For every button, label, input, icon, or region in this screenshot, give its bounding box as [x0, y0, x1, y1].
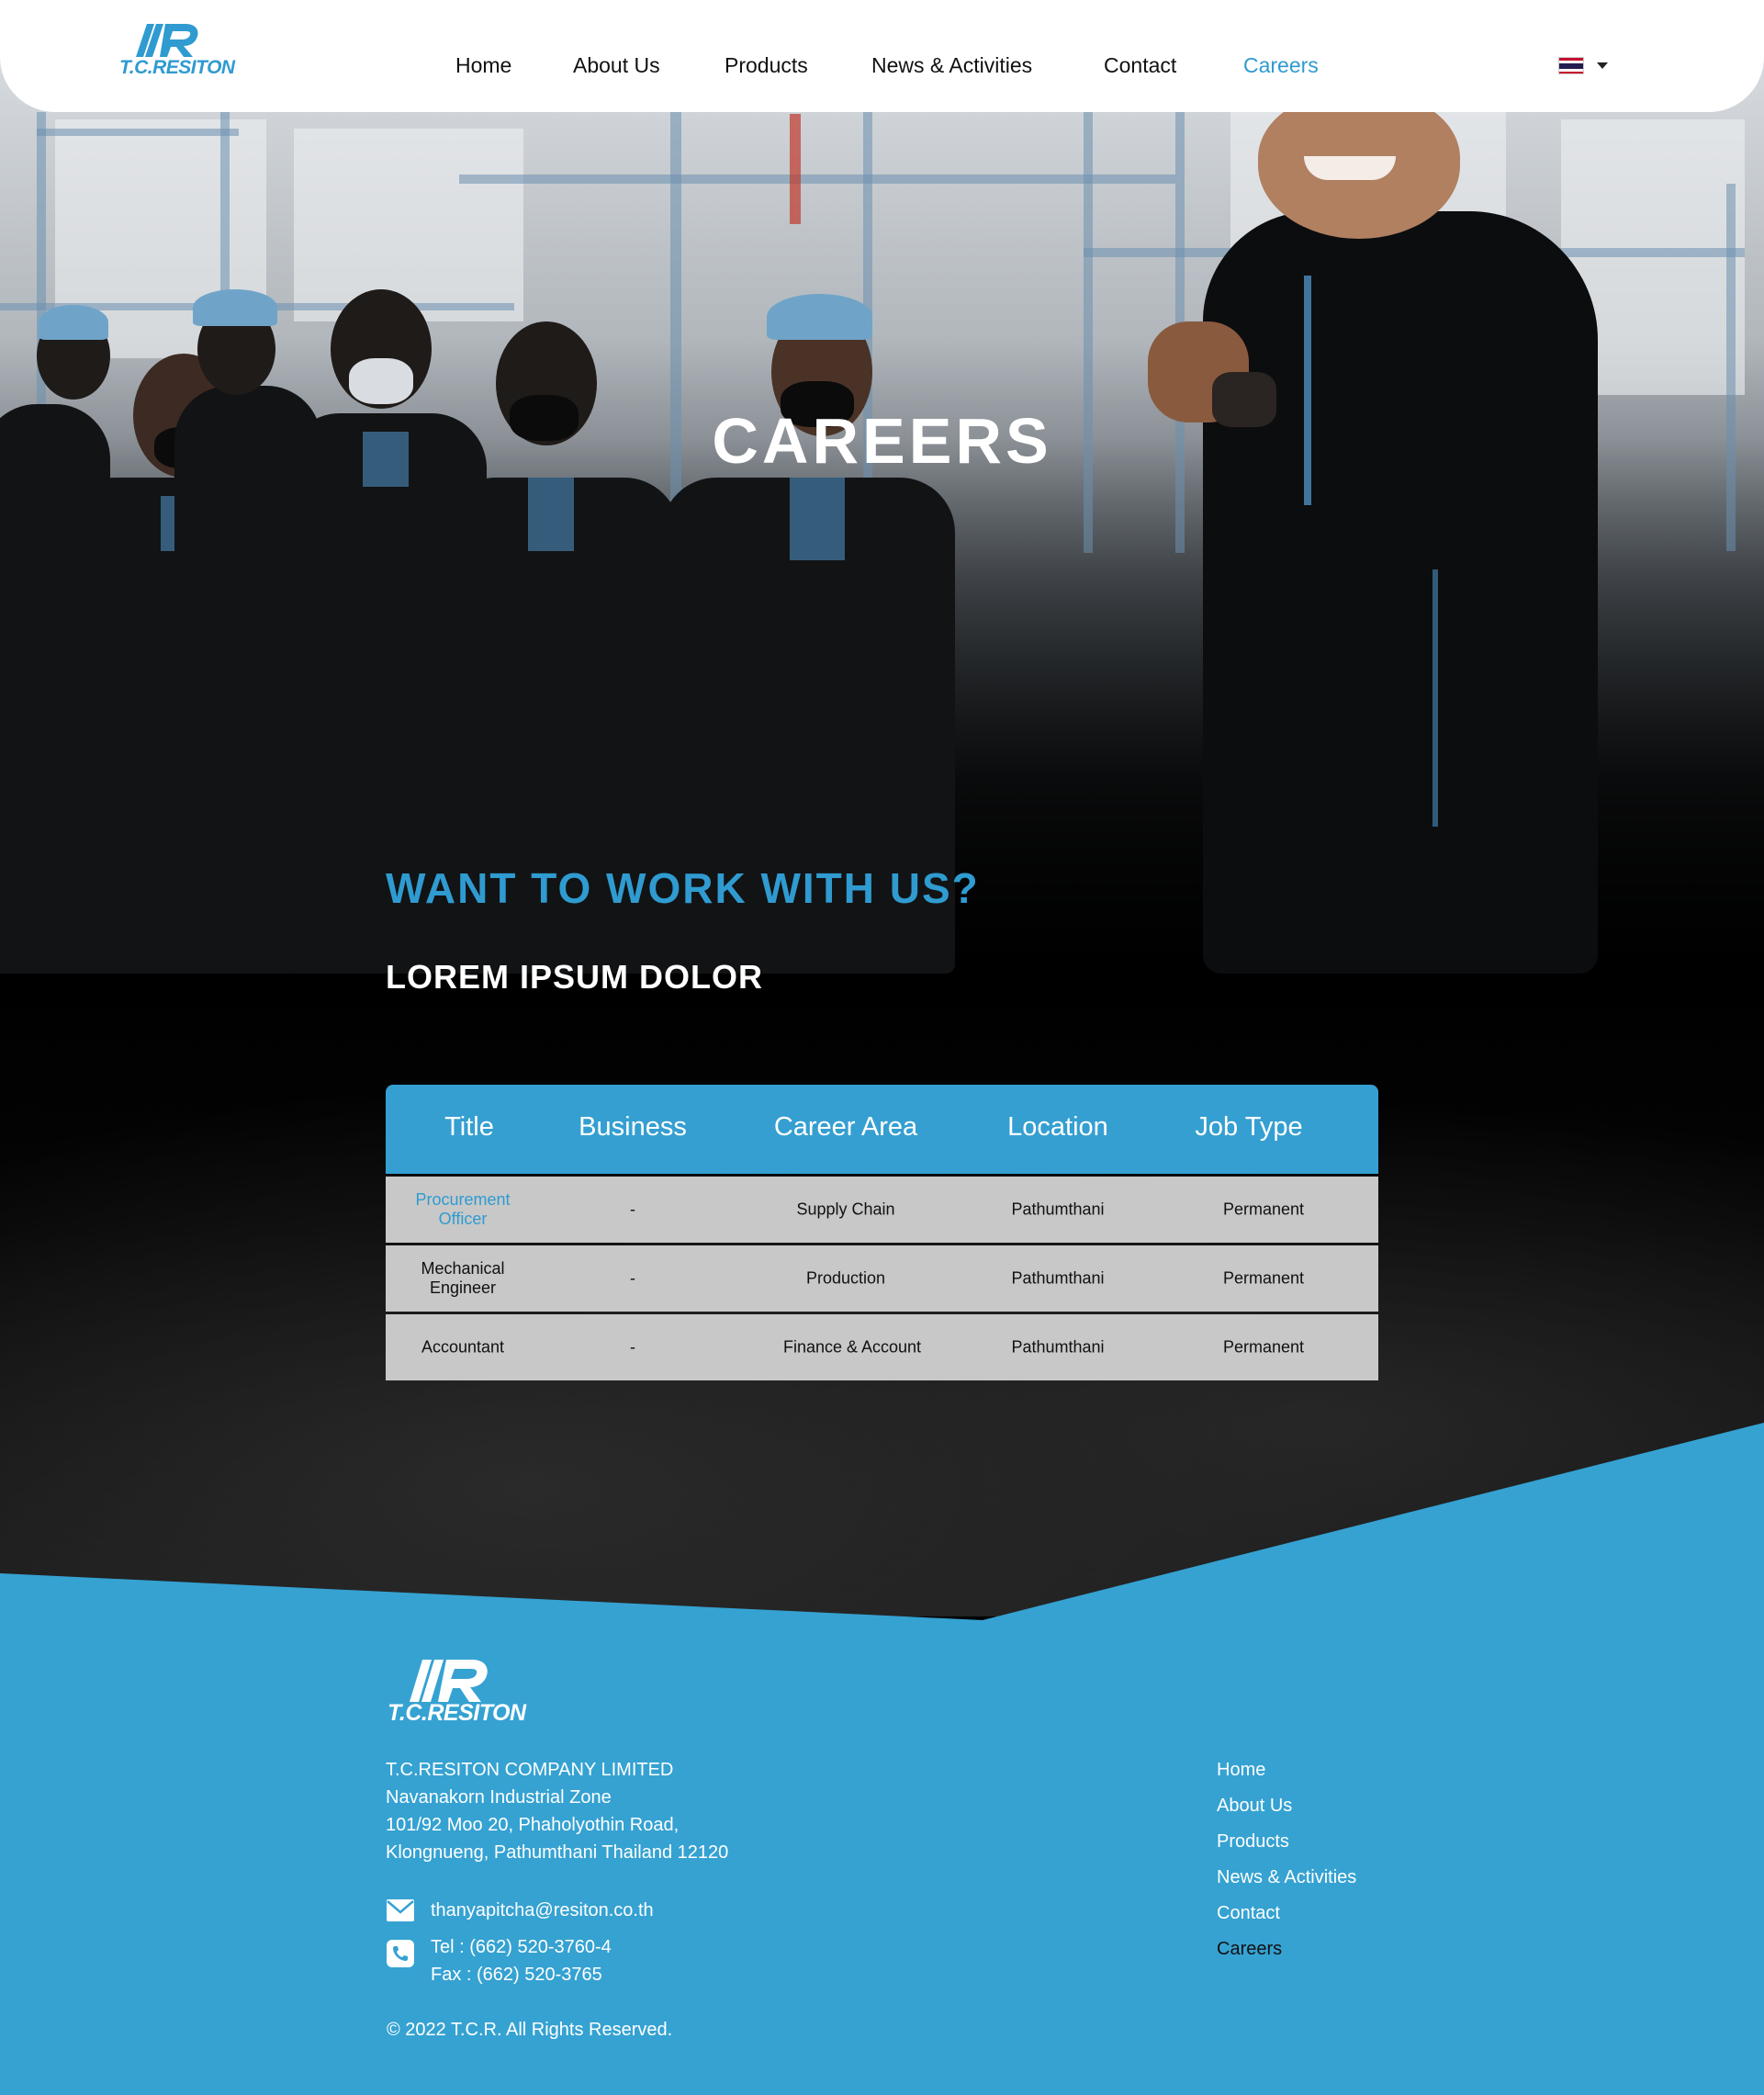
column-header-title: Title	[444, 1112, 494, 1142]
header-logo-text: T.C.RESITON	[119, 57, 235, 78]
jobs-table: Title Business Career Area Location Job …	[386, 1085, 1378, 1380]
footer-link-about-us[interactable]: About Us	[1217, 1792, 1292, 1819]
phone-icon	[387, 1940, 414, 1967]
nav-news-activities[interactable]: News & Activities	[871, 53, 1032, 78]
footer-logo-text: T.C.RESITON	[388, 1700, 526, 1726]
copyright: © 2022 T.C.R. All Rights Reserved.	[387, 2020, 673, 2040]
header-logo[interactable]: T.C.RESITON	[119, 20, 235, 79]
column-header-business: Business	[579, 1112, 687, 1142]
job-location: Pathumthani	[1011, 1337, 1105, 1357]
chevron-down-icon	[1597, 62, 1608, 69]
footer-link-news-activities[interactable]: News & Activities	[1217, 1864, 1356, 1891]
table-row[interactable]: Accountant - Finance & Account Pathumtha…	[386, 1314, 1378, 1380]
table-row[interactable]: Mechanical Engineer - Production Pathumt…	[386, 1245, 1378, 1312]
company-name: T.C.RESITON COMPANY LIMITED	[386, 1760, 674, 1780]
section-subheading: LOREM IPSUM DOLOR	[386, 958, 763, 996]
footer-link-home[interactable]: Home	[1217, 1756, 1265, 1784]
nav-contact[interactable]: Contact	[1104, 53, 1176, 78]
job-business: -	[630, 1337, 635, 1357]
job-career-area: Supply Chain	[796, 1200, 895, 1219]
footer-link-contact[interactable]: Contact	[1217, 1899, 1280, 1927]
footer-background	[0, 1423, 1764, 2095]
footer-logo-mark-icon	[410, 1660, 488, 1702]
job-type: Permanent	[1222, 1337, 1305, 1357]
job-title[interactable]: Accountant	[399, 1338, 527, 1357]
job-location: Pathumthani	[1011, 1200, 1105, 1219]
address-line: 101/92 Moo 20, Phaholyothin Road,	[386, 1815, 680, 1835]
job-career-area: Production	[805, 1268, 886, 1288]
contact-fax: Fax : (662) 520-3765	[431, 1965, 602, 1985]
language-selector[interactable]	[1558, 55, 1613, 77]
job-location: Pathumthani	[1011, 1268, 1105, 1288]
job-business: -	[630, 1268, 635, 1288]
address-line: Navanakorn Industrial Zone	[386, 1787, 612, 1808]
job-title-link[interactable]: Procurement Officer	[399, 1190, 527, 1229]
section-heading: WANT TO WORK WITH US?	[386, 864, 980, 912]
job-title[interactable]: Mechanical Engineer	[399, 1259, 527, 1298]
address-line: Klongnueng, Pathumthani Thailand 12120	[386, 1842, 729, 1863]
footer-logo[interactable]: T.C.RESITON	[388, 1658, 530, 1727]
logo-mark-icon	[136, 24, 198, 57]
thai-flag-icon	[1558, 57, 1584, 74]
nav-products[interactable]: Products	[725, 53, 808, 78]
nav-home[interactable]: Home	[455, 53, 511, 78]
footer-link-careers[interactable]: Careers	[1217, 1935, 1282, 1963]
column-header-location: Location	[1007, 1112, 1108, 1142]
job-type: Permanent	[1222, 1200, 1305, 1219]
contact-tel: Tel : (662) 520-3760-4	[431, 1937, 612, 1957]
job-business: -	[630, 1200, 635, 1219]
job-type: Permanent	[1222, 1268, 1305, 1288]
footer-link-products[interactable]: Products	[1217, 1828, 1289, 1855]
column-header-job-type: Job Type	[1195, 1112, 1303, 1142]
site-header: T.C.RESITON Home About Us Products News …	[0, 0, 1764, 112]
hero-banner: CAREERS	[0, 0, 1764, 974]
column-header-career-area: Career Area	[773, 1112, 918, 1142]
envelope-icon	[387, 1899, 414, 1923]
nav-about-us[interactable]: About Us	[573, 53, 660, 78]
job-career-area: Finance & Account	[782, 1337, 922, 1357]
table-row[interactable]: Procurement Officer - Supply Chain Pathu…	[386, 1177, 1378, 1243]
contact-email-link[interactable]: thanyapitcha@resiton.co.th	[431, 1897, 654, 1924]
page-title: CAREERS	[712, 405, 1052, 477]
nav-careers[interactable]: Careers	[1243, 53, 1319, 78]
jobs-table-header: Title Business Career Area Location Job …	[386, 1085, 1378, 1174]
